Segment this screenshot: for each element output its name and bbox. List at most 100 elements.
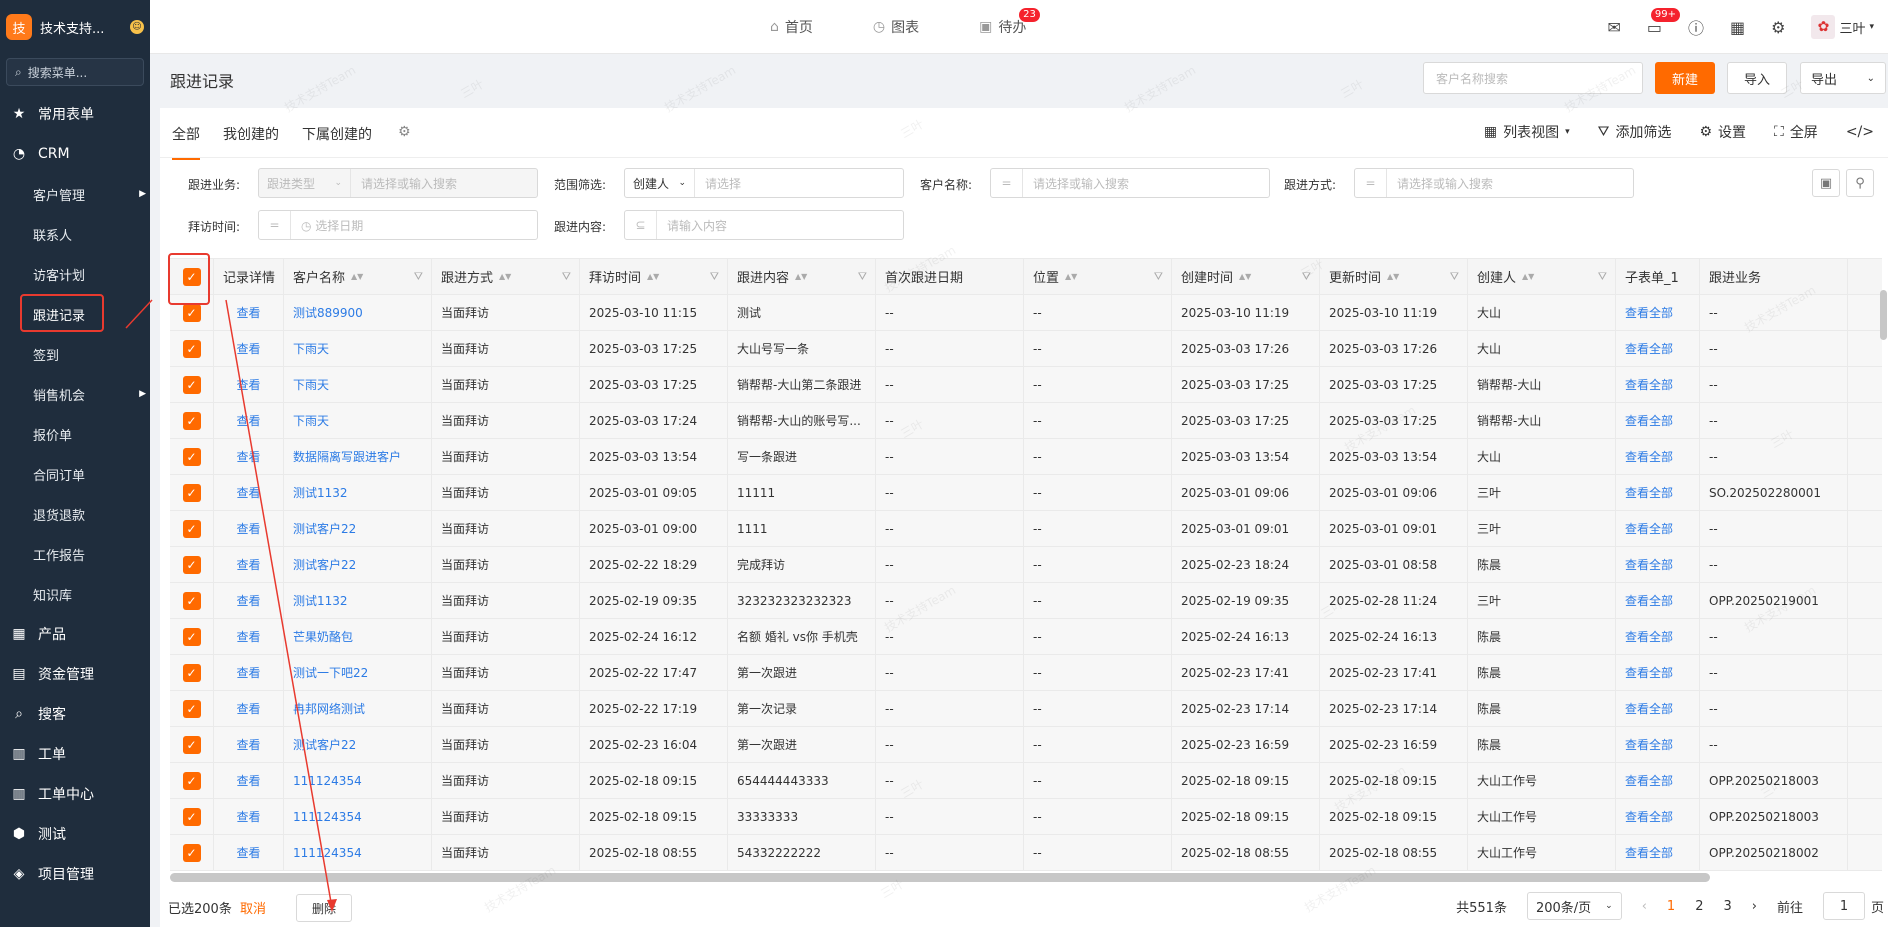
customer-search-input[interactable]: 客户名称搜索 xyxy=(1423,62,1643,94)
row-select-cell[interactable]: ✓ xyxy=(170,727,214,762)
view-link[interactable]: 查看 xyxy=(214,475,284,510)
crm-subitem-7[interactable]: 合同订单 xyxy=(0,454,150,494)
subform-link[interactable]: 查看全部 xyxy=(1616,511,1700,546)
subform-link[interactable]: 查看全部 xyxy=(1616,331,1700,366)
pin-icon[interactable]: ⚲ xyxy=(1846,169,1874,197)
sort-icon[interactable]: ▲▼ xyxy=(1387,272,1399,280)
vertical-scrollbar[interactable] xyxy=(1880,290,1887,340)
row-checkbox[interactable]: ✓ xyxy=(182,303,201,322)
row-checkbox[interactable]: ✓ xyxy=(182,771,201,790)
view-link[interactable]: 查看 xyxy=(214,331,284,366)
biz-type-select[interactable]: 跟进类型 ⌄ xyxy=(259,169,351,197)
import-button[interactable]: 导入 xyxy=(1727,62,1787,94)
customer-link[interactable]: 下雨天 xyxy=(284,331,432,366)
view-link[interactable]: 查看 xyxy=(214,799,284,834)
column-header[interactable]: 跟进内容 ▲▼ ⛛ xyxy=(728,259,876,294)
column-header[interactable]: 跟进业务 xyxy=(1700,259,1848,294)
customer-link[interactable]: 111124354 xyxy=(284,799,432,834)
column-header[interactable]: 创建时间 ▲▼ ⛛ xyxy=(1172,259,1320,294)
table-row[interactable]: ✓ 查看 测试客户22 当面拜访 2025-02-23 16:04 第一次跟进 -- -- 20… xyxy=(170,727,1882,763)
table-row[interactable]: ✓ 查看 冉邦网络测试 当面拜访 2025-02-22 17:19 第一次记录 -- -- 20… xyxy=(170,691,1882,727)
list-view-toggle[interactable]: ▦ 列表视图 ▾ xyxy=(1484,122,1570,142)
view-link[interactable]: 查看 xyxy=(214,583,284,618)
sort-icon[interactable]: ▲▼ xyxy=(351,272,363,280)
sidebar-bottom-item-5[interactable]: ⬢ 测试 xyxy=(0,814,150,854)
table-row[interactable]: ✓ 查看 测试1132 当面拜访 2025-03-01 09:05 11111 -- -- 20… xyxy=(170,475,1882,511)
customer-link[interactable]: 冉邦网络测试 xyxy=(284,691,432,726)
page-size-select[interactable]: 200条/页 ⌄ xyxy=(1526,892,1622,920)
view-link[interactable]: 查看 xyxy=(214,295,284,330)
sidebar-bottom-item-0[interactable]: ▦ 产品 xyxy=(0,614,150,654)
row-checkbox[interactable]: ✓ xyxy=(182,555,201,574)
help-icon[interactable]: ⓘ xyxy=(1688,15,1704,39)
sort-icon[interactable]: ▲▼ xyxy=(1522,272,1534,280)
row-select-cell[interactable]: ✓ xyxy=(170,655,214,690)
customer-link[interactable]: 下雨天 xyxy=(284,367,432,402)
customer-link[interactable]: 数据隔离写跟进客户 xyxy=(284,439,432,474)
gear-icon[interactable]: ⚙ xyxy=(1771,18,1785,37)
message-icon[interactable]: ▭ 99+ xyxy=(1647,7,1680,37)
subform-link[interactable]: 查看全部 xyxy=(1616,835,1700,870)
delete-button[interactable]: 删除 xyxy=(296,894,352,922)
column-filter-icon[interactable]: ⛛ xyxy=(1598,270,1607,284)
crm-subitem-10[interactable]: 知识库 xyxy=(0,574,150,614)
sort-icon[interactable]: ▲▼ xyxy=(1239,272,1251,280)
row-checkbox[interactable]: ✓ xyxy=(182,807,201,826)
page-3[interactable]: 3 xyxy=(1723,899,1731,914)
subform-link[interactable]: 查看全部 xyxy=(1616,691,1700,726)
method-filter[interactable]: = 请选择或输入搜索 xyxy=(1354,168,1634,198)
customer-link[interactable]: 测试1132 xyxy=(284,475,432,510)
horizontal-scrollbar[interactable] xyxy=(170,873,1710,882)
column-header[interactable]: 首次跟进日期 xyxy=(876,259,1024,294)
view-link[interactable]: 查看 xyxy=(214,511,284,546)
export-button[interactable]: 导出 ⌄ xyxy=(1800,62,1886,94)
row-select-cell[interactable]: ✓ xyxy=(170,439,214,474)
row-checkbox[interactable]: ✓ xyxy=(182,483,201,502)
row-checkbox[interactable]: ✓ xyxy=(182,663,201,682)
column-header[interactable]: 创建人 ▲▼ ⛛ xyxy=(1468,259,1616,294)
crm-subitem-1[interactable]: 联系人 xyxy=(0,214,150,254)
sidebar-item-1[interactable]: ◔ CRM xyxy=(0,134,150,174)
column-header[interactable]: 子表单_1 xyxy=(1616,259,1700,294)
customer-link[interactable]: 111124354 xyxy=(284,835,432,870)
customer-link[interactable]: 下雨天 xyxy=(284,403,432,438)
row-checkbox[interactable]: ✓ xyxy=(182,735,201,754)
visit-filter[interactable]: = ◷ 选择日期 xyxy=(258,210,538,240)
crm-subitem-0[interactable]: 客户管理 ▶ xyxy=(0,174,150,214)
row-checkbox[interactable]: ✓ xyxy=(182,519,201,538)
row-select-cell[interactable]: ✓ xyxy=(170,403,214,438)
view-link[interactable]: 查看 xyxy=(214,367,284,402)
view-link[interactable]: 查看 xyxy=(214,655,284,690)
sidebar-bottom-item-4[interactable]: ▥ 工单中心 xyxy=(0,774,150,814)
goto-page-input[interactable]: 1 xyxy=(1822,892,1865,920)
menu-search-input[interactable]: ⌕ 搜索菜单... xyxy=(6,58,144,86)
subform-link[interactable]: 查看全部 xyxy=(1616,403,1700,438)
view-link[interactable]: 查看 xyxy=(214,439,284,474)
column-header[interactable]: 跟进方式 ▲▼ ⛛ xyxy=(432,259,580,294)
customer-link[interactable]: 测试客户22 xyxy=(284,511,432,546)
crm-subitem-5[interactable]: 销售机会 ▶ xyxy=(0,374,150,414)
view-link[interactable]: 查看 xyxy=(214,727,284,762)
fullscreen-button[interactable]: ⛶ 全屏 xyxy=(1774,122,1818,142)
top-tab-2[interactable]: ▣ 待办 23 xyxy=(979,8,1040,37)
crm-subitem-6[interactable]: 报价单 xyxy=(0,414,150,454)
column-filter-icon[interactable]: ⛛ xyxy=(1302,270,1311,284)
customer-link[interactable]: 111124354 xyxy=(284,763,432,798)
scope-select[interactable]: 创建人 ⌄ xyxy=(625,169,695,197)
subform-link[interactable]: 查看全部 xyxy=(1616,619,1700,654)
crm-subitem-9[interactable]: 工作报告 xyxy=(0,534,150,574)
subform-link[interactable]: 查看全部 xyxy=(1616,763,1700,798)
table-row[interactable]: ✓ 查看 111124354 当面拜访 2025-02-18 09:15 33333333… xyxy=(170,799,1882,835)
subform-link[interactable]: 查看全部 xyxy=(1616,439,1700,474)
add-filter-button[interactable]: ⛛ 添加筛选 xyxy=(1598,122,1672,142)
subform-link[interactable]: 查看全部 xyxy=(1616,295,1700,330)
sort-icon[interactable]: ▲▼ xyxy=(795,272,807,280)
column-filter-icon[interactable]: ⛛ xyxy=(1450,270,1459,284)
mail-icon[interactable]: ✉ xyxy=(1607,18,1620,37)
column-filter-icon[interactable]: ⛛ xyxy=(1154,270,1163,284)
content-filter[interactable]: ⊆ 请输入内容 xyxy=(624,210,904,240)
crm-subitem-2[interactable]: 访客计划 xyxy=(0,254,150,294)
row-select-cell[interactable]: ✓ xyxy=(170,619,214,654)
sidebar-bottom-item-1[interactable]: ▤ 资金管理 xyxy=(0,654,150,694)
view-link[interactable]: 查看 xyxy=(214,763,284,798)
